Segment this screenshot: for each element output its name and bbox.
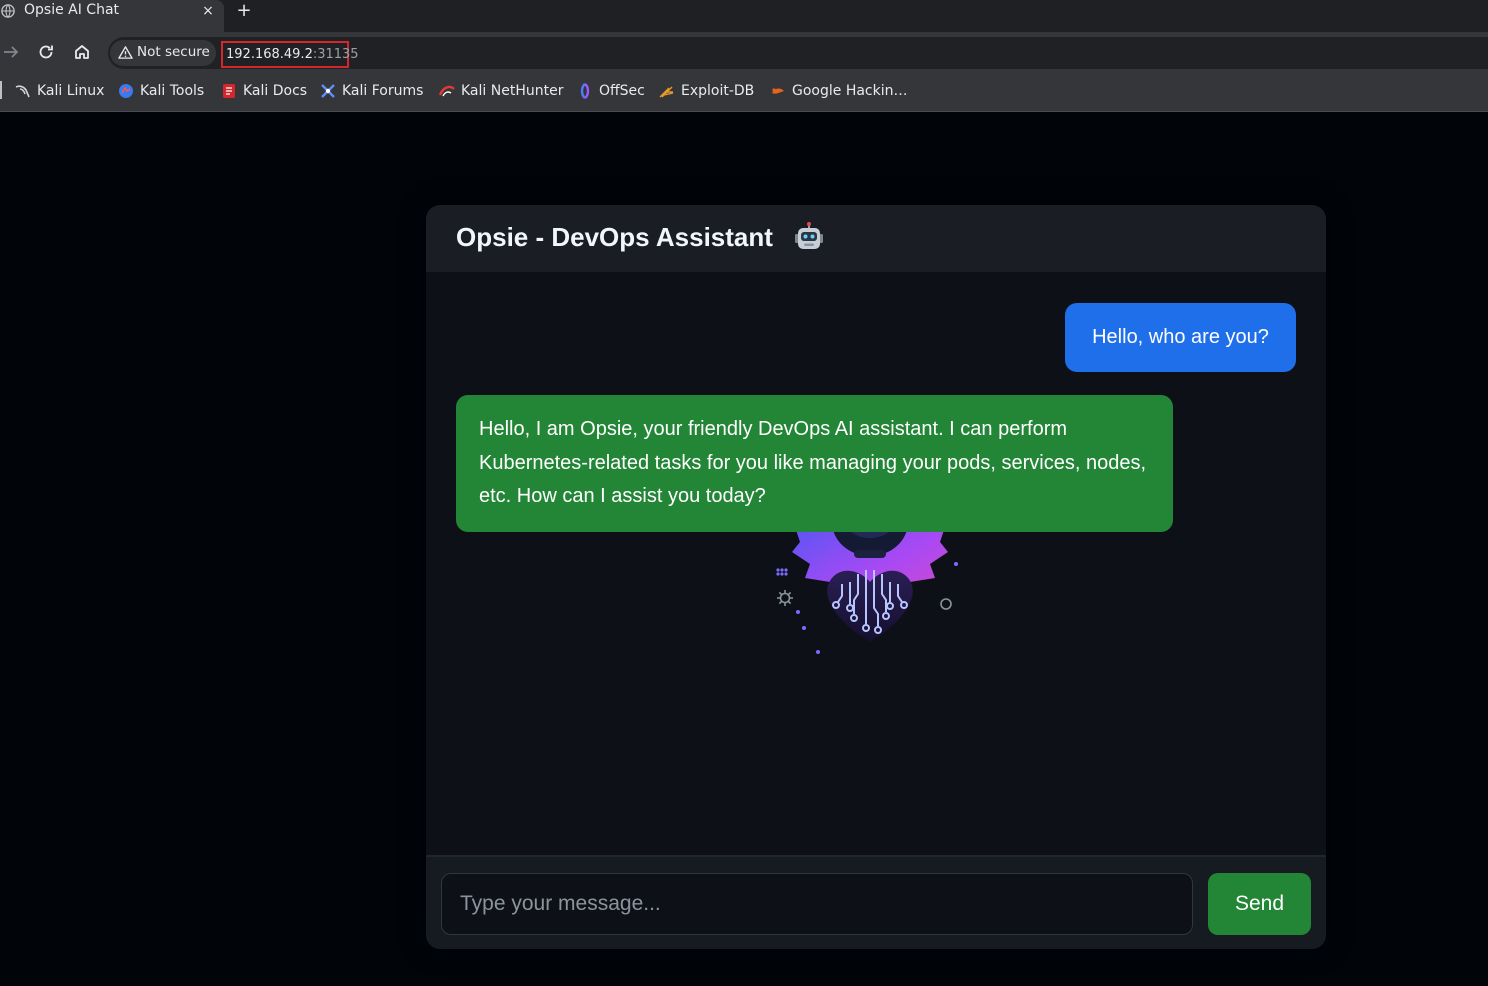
bookmark-label: OffSec	[599, 83, 645, 99]
bookmark-kali-docs[interactable]: Kali Docs	[221, 80, 307, 102]
home-icon[interactable]	[72, 42, 92, 62]
chat-title: Opsie - DevOps Assistant	[456, 222, 773, 252]
send-button[interactable]: Send	[1208, 873, 1311, 935]
kali-dragon-icon	[15, 85, 30, 98]
browser-tab[interactable]: Opsie AI Chat ×	[0, 0, 224, 32]
kali-docs-icon	[223, 84, 235, 98]
forward-arrow-icon[interactable]	[1, 42, 21, 62]
exploit-db-icon	[659, 86, 674, 98]
robot-emoji-icon	[795, 222, 823, 249]
bookmark-offsec[interactable]: OffSec	[577, 80, 645, 102]
bookmark-label: Kali Linux	[37, 83, 105, 99]
robot-illustration-icon	[776, 512, 958, 654]
chat-window: Opsie - DevOps Assistant Hello, who are …	[426, 205, 1326, 949]
bookmark-label: Exploit-DB	[681, 83, 755, 99]
bookmarks-divider	[0, 81, 2, 99]
warning-triangle-icon	[118, 46, 133, 59]
new-tab-icon[interactable]: +	[234, 1, 254, 21]
close-tab-icon[interactable]: ×	[200, 2, 216, 20]
bookmark-kali-nethunter[interactable]: Kali NetHunter	[439, 80, 563, 102]
assistant-message-bubble: Hello, I am Opsie, your friendly DevOps …	[456, 395, 1173, 532]
kali-forums-icon	[321, 84, 335, 98]
bookmark-label: Kali Docs	[243, 83, 308, 99]
url-text[interactable]: 192.168.49.2:31135	[221, 41, 359, 68]
bookmark-label: Google Hackin…	[792, 83, 908, 99]
offsec-icon	[580, 83, 590, 99]
site-security-chip[interactable]: Not secure	[110, 40, 216, 66]
bookmark-label: Kali Tools	[140, 83, 205, 99]
not-secure-label: Not secure	[137, 44, 210, 60]
kali-tools-icon	[119, 84, 133, 98]
bookmark-kali-tools[interactable]: Kali Tools	[118, 80, 204, 102]
ghdb-icon	[772, 88, 784, 94]
message-list[interactable]: Hello, who are you? Hello, I am Opsie, y…	[426, 272, 1326, 855]
bookmark-exploit-db[interactable]: Exploit-DB	[659, 80, 754, 102]
bookmark-kali-linux[interactable]: Kali Linux	[15, 80, 104, 102]
bookmarks-bar: Kali Linux Kali Tools Kali Docs Kali For…	[0, 72, 1488, 112]
globe-icon	[1, 4, 15, 18]
message-composer: Send	[426, 855, 1326, 949]
url-port: :31135	[312, 47, 359, 62]
bookmark-label: Kali Forums	[342, 83, 424, 99]
nethunter-icon	[439, 85, 455, 97]
bookmark-label: Kali NetHunter	[461, 83, 564, 99]
user-message-bubble: Hello, who are you?	[1065, 303, 1296, 372]
tab-title: Opsie AI Chat	[24, 2, 120, 18]
chat-header: Opsie - DevOps Assistant	[426, 205, 1326, 272]
bookmark-google-hacking[interactable]: Google Hackin…	[770, 80, 908, 102]
url-host: 192.168.49.2	[226, 47, 313, 62]
bookmark-kali-forums[interactable]: Kali Forums	[320, 80, 423, 102]
browser-tab-strip: Opsie AI Chat × +	[0, 0, 1488, 32]
reload-icon[interactable]	[36, 42, 56, 62]
message-input[interactable]	[441, 873, 1193, 935]
